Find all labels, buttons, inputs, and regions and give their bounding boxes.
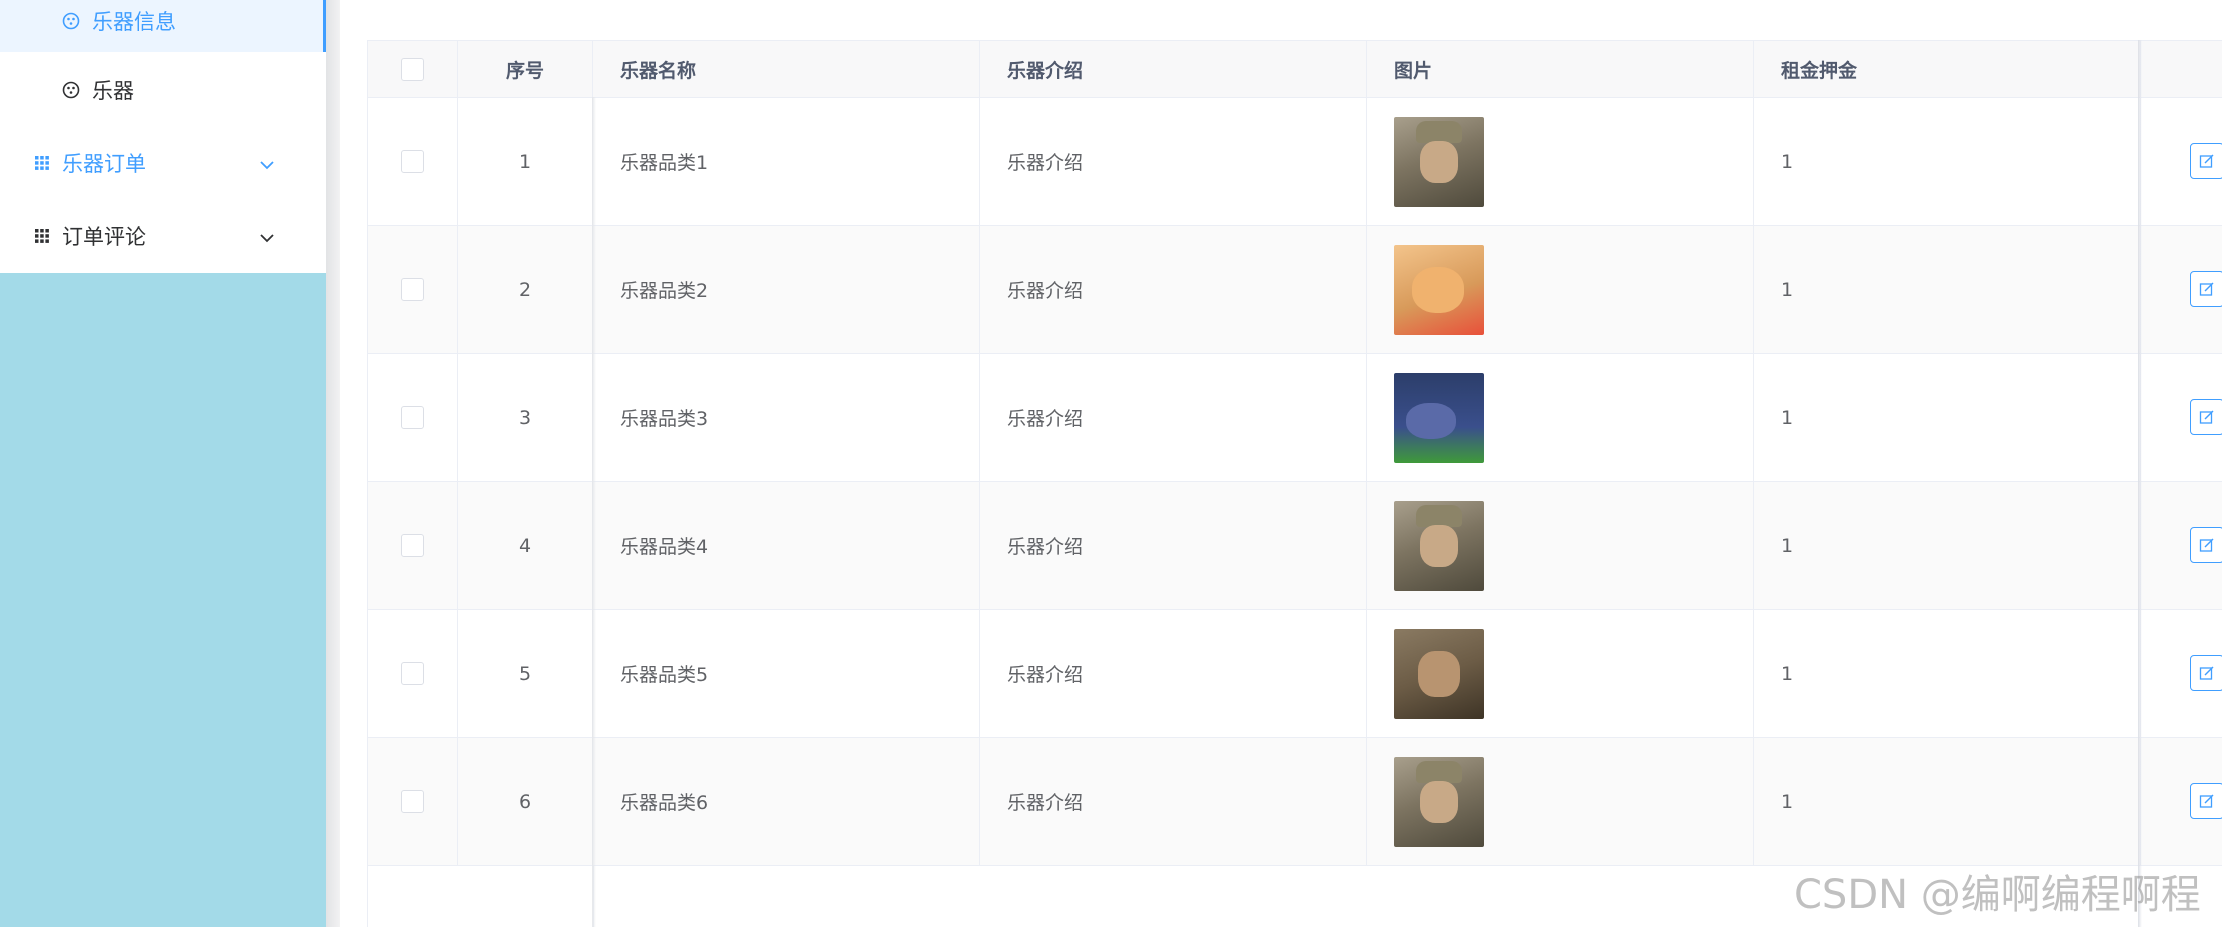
row-description: 乐器介绍 bbox=[980, 98, 1367, 225]
row-index: 4 bbox=[458, 482, 593, 609]
row-image-cell bbox=[1367, 738, 1754, 865]
soldier-photo[interactable] bbox=[1394, 756, 1484, 847]
instrument-table: 序号 乐器名称 乐器介绍 图片 租金押金 1 乐器品类1 乐器介绍 1 2 乐器… bbox=[367, 40, 2222, 927]
edit-button[interactable] bbox=[2190, 655, 2222, 691]
edit-icon bbox=[2199, 410, 2214, 424]
row-description: 乐器介绍 bbox=[980, 610, 1367, 737]
table-row[interactable]: 4 乐器品类4 乐器介绍 1 bbox=[368, 482, 2222, 610]
instrument-icon bbox=[62, 12, 80, 30]
edit-button[interactable] bbox=[2190, 527, 2222, 563]
sidebar-item-instrument-orders[interactable]: 乐器订单 bbox=[0, 132, 326, 194]
row-deposit: 1 bbox=[1754, 98, 2141, 225]
table-row[interactable]: 1 乐器品类1 乐器介绍 1 bbox=[368, 98, 2222, 226]
row-description: 乐器介绍 bbox=[980, 226, 1367, 353]
grid-icon bbox=[34, 228, 50, 244]
row-name: 乐器品类3 bbox=[593, 354, 980, 481]
sidebar-item-instrument[interactable]: 乐器 bbox=[0, 59, 326, 121]
row-checkbox[interactable] bbox=[401, 406, 424, 429]
sidebar-item-label: 乐器 bbox=[92, 79, 134, 103]
fixed-column-shadow bbox=[592, 97, 596, 927]
row-select-cell bbox=[368, 610, 458, 737]
grid-icon bbox=[34, 155, 50, 171]
row-name: 乐器品类2 bbox=[593, 226, 980, 353]
row-checkbox[interactable] bbox=[401, 278, 424, 301]
soldier-photo[interactable] bbox=[1394, 116, 1484, 207]
chevron-down-icon bbox=[259, 224, 275, 248]
header-select-all-cell bbox=[368, 41, 458, 97]
row-name: 乐器品类6 bbox=[593, 738, 980, 865]
row-description: 乐器介绍 bbox=[980, 482, 1367, 609]
row-select-cell bbox=[368, 482, 458, 609]
row-image-cell bbox=[1367, 98, 1754, 225]
row-image-cell bbox=[1367, 482, 1754, 609]
select-all-checkbox[interactable] bbox=[401, 57, 424, 81]
header-index: 序号 bbox=[458, 41, 593, 97]
edit-button[interactable] bbox=[2190, 143, 2222, 179]
fixed-column-shadow bbox=[2138, 40, 2142, 927]
row-deposit: 1 bbox=[1754, 738, 2141, 865]
header-image: 图片 bbox=[1367, 41, 1754, 97]
table-header: 序号 乐器名称 乐器介绍 图片 租金押金 bbox=[368, 41, 2222, 98]
row-image-cell bbox=[1367, 610, 1754, 737]
row-index: 3 bbox=[458, 354, 593, 481]
sidebar-menu: 乐器信息 乐器 乐器订单 订单评论 bbox=[0, 0, 326, 273]
instrument-icon bbox=[62, 81, 80, 99]
edit-icon bbox=[2199, 282, 2214, 296]
row-deposit: 1 bbox=[1754, 482, 2141, 609]
edit-button[interactable] bbox=[2190, 783, 2222, 819]
row-index: 1 bbox=[458, 98, 593, 225]
header-description: 乐器介绍 bbox=[980, 41, 1367, 97]
edit-icon bbox=[2199, 154, 2214, 168]
row-checkbox[interactable] bbox=[401, 534, 424, 557]
sidebar-item-instrument-info[interactable]: 乐器信息 bbox=[0, 0, 326, 52]
row-index: 5 bbox=[458, 610, 593, 737]
cat-photo[interactable] bbox=[1394, 244, 1484, 335]
table-row[interactable]: 5 乐器品类5 乐器介绍 1 bbox=[368, 610, 2222, 738]
sidebar-item-label: 订单评论 bbox=[62, 225, 146, 249]
row-checkbox[interactable] bbox=[401, 150, 424, 173]
cartoon-photo[interactable] bbox=[1394, 372, 1484, 463]
table-row[interactable]: 2 乐器品类2 乐器介绍 1 bbox=[368, 226, 2222, 354]
edit-button[interactable] bbox=[2190, 399, 2222, 435]
row-description: 乐器介绍 bbox=[980, 738, 1367, 865]
shouting-soldier-photo[interactable] bbox=[1394, 628, 1484, 719]
row-name: 乐器品类1 bbox=[593, 98, 980, 225]
table-row[interactable]: 3 乐器品类3 乐器介绍 1 bbox=[368, 354, 2222, 482]
row-image-cell bbox=[1367, 226, 1754, 353]
row-deposit: 1 bbox=[1754, 226, 2141, 353]
row-name: 乐器品类4 bbox=[593, 482, 980, 609]
header-actions bbox=[2141, 41, 2222, 97]
header-deposit: 租金押金 bbox=[1754, 41, 2141, 97]
row-checkbox[interactable] bbox=[401, 662, 424, 685]
row-select-cell bbox=[368, 354, 458, 481]
row-index: 2 bbox=[458, 226, 593, 353]
chevron-down-icon bbox=[259, 151, 275, 175]
row-select-cell bbox=[368, 98, 458, 225]
row-deposit: 1 bbox=[1754, 610, 2141, 737]
row-index: 6 bbox=[458, 738, 593, 865]
table-row[interactable]: 6 乐器品类6 乐器介绍 1 bbox=[368, 738, 2222, 866]
sidebar-item-label: 乐器订单 bbox=[62, 152, 146, 176]
sidebar-item-label: 乐器信息 bbox=[92, 10, 176, 34]
row-checkbox[interactable] bbox=[401, 790, 424, 813]
edit-icon bbox=[2199, 666, 2214, 680]
soldier-photo[interactable] bbox=[1394, 500, 1484, 591]
edit-icon bbox=[2199, 538, 2214, 552]
edit-button[interactable] bbox=[2190, 271, 2222, 307]
row-select-cell bbox=[368, 226, 458, 353]
watermark: CSDN @编啊编程啊程 bbox=[1794, 872, 2201, 918]
sidebar-divider bbox=[326, 0, 340, 927]
row-select-cell bbox=[368, 738, 458, 865]
sidebar: 乐器信息 乐器 乐器订单 订单评论 bbox=[0, 0, 326, 927]
sidebar-item-order-comments[interactable]: 订单评论 bbox=[0, 205, 326, 267]
row-image-cell bbox=[1367, 354, 1754, 481]
edit-icon bbox=[2199, 794, 2214, 808]
header-name: 乐器名称 bbox=[593, 41, 980, 97]
row-deposit: 1 bbox=[1754, 354, 2141, 481]
row-name: 乐器品类5 bbox=[593, 610, 980, 737]
row-description: 乐器介绍 bbox=[980, 354, 1367, 481]
